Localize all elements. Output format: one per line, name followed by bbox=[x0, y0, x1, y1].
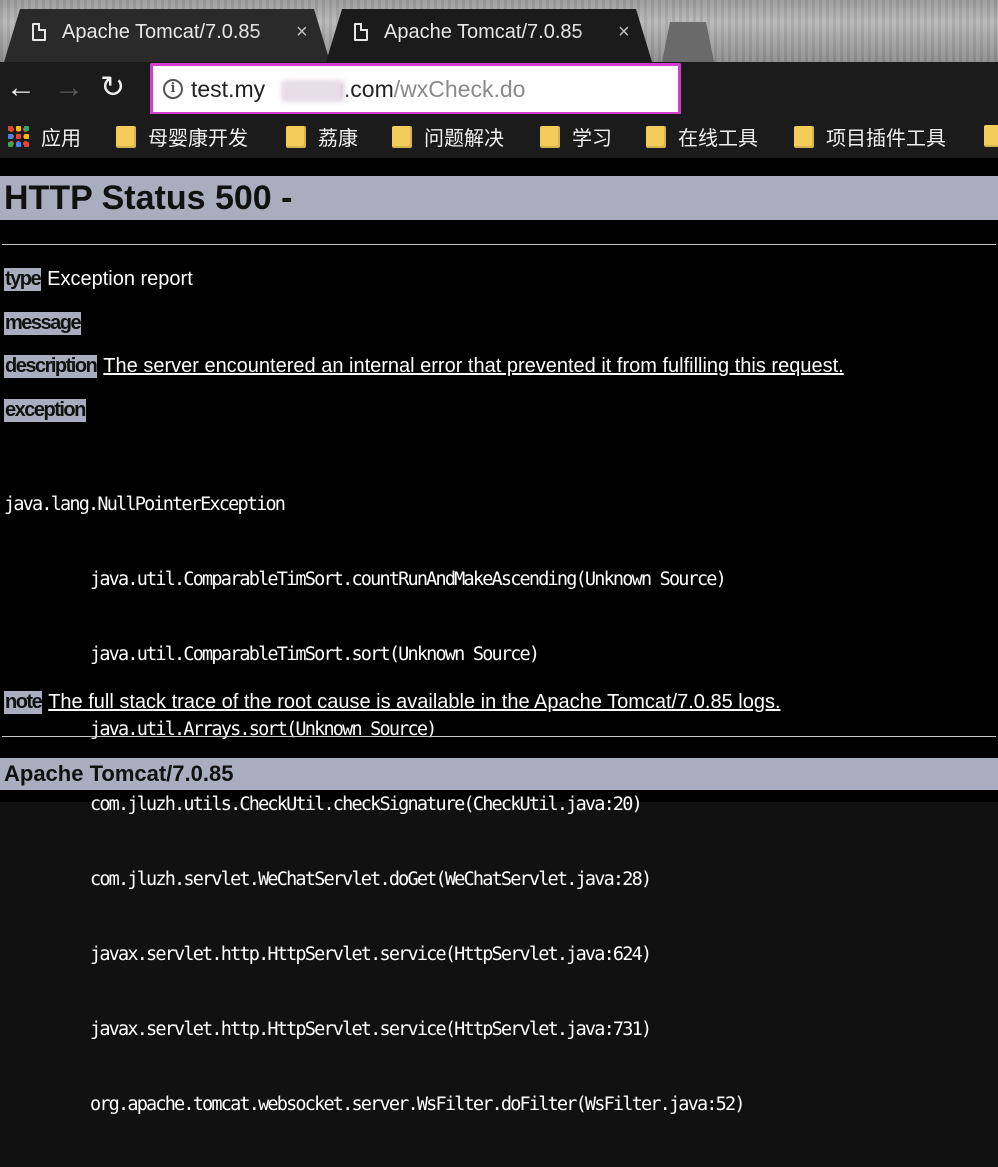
message-row: message bbox=[4, 312, 82, 335]
close-tab-icon[interactable]: × bbox=[618, 21, 630, 44]
stack-trace-line: java.util.ComparableTimSort.countRunAndM… bbox=[90, 569, 727, 590]
bookmarks-bar: 应用 母婴康开发 荔康 问题解决 学习 在线工具 项目插件工具 bbox=[0, 114, 998, 158]
browser-tab[interactable]: Apache Tomcat/7.0.85 × bbox=[4, 9, 330, 62]
tab-title-fade bbox=[576, 19, 608, 49]
bookmark-label: 学习 bbox=[572, 128, 612, 150]
url-redaction-blur bbox=[281, 80, 345, 102]
document-icon bbox=[32, 23, 46, 41]
browser-tab-active[interactable]: Apache Tomcat/7.0.85 × bbox=[326, 9, 652, 62]
bookmark-apps[interactable]: 应用 bbox=[8, 122, 81, 151]
bookmark-label: 应用 bbox=[41, 128, 81, 150]
info-icon[interactable]: i bbox=[163, 79, 183, 99]
stack-trace-line: javax.servlet.http.HttpServlet.service(H… bbox=[90, 944, 652, 965]
type-row: type Exception report bbox=[4, 268, 193, 291]
bookmark-folder[interactable]: 学习 bbox=[540, 122, 612, 151]
message-label: message bbox=[4, 312, 82, 335]
folder-icon bbox=[794, 125, 814, 148]
reload-icon[interactable]: ↻ bbox=[100, 68, 125, 108]
note-value: The full stack trace of the root cause i… bbox=[48, 691, 781, 713]
bookmark-folder[interactable]: 荔康 bbox=[286, 122, 358, 151]
description-row: description The server encountered an in… bbox=[4, 355, 844, 378]
exception-row: exception bbox=[4, 399, 86, 422]
document-icon bbox=[354, 23, 368, 41]
browser-toolbar: ← → ↻ i test.my u.com/wxCheck.do bbox=[0, 62, 998, 115]
tab-title: Apache Tomcat/7.0.85 bbox=[384, 21, 583, 43]
bookmark-folder[interactable]: 问题解决 bbox=[392, 122, 504, 151]
bookmark-label: 项目插件工具 bbox=[826, 128, 946, 150]
url-path: /wxCheck.do bbox=[393, 76, 526, 102]
back-arrow-icon[interactable]: ← bbox=[6, 68, 36, 108]
stack-trace-line: javax.servlet.http.HttpServlet.service(H… bbox=[90, 1019, 652, 1040]
url-host-start: test.my bbox=[191, 76, 266, 102]
stack-trace-line: org.apache.tomcat.websocket.server.WsFil… bbox=[90, 1094, 745, 1115]
folder-icon bbox=[646, 125, 666, 148]
apps-grid-icon bbox=[8, 126, 29, 147]
bookmark-folder[interactable]: 在线工具 bbox=[646, 122, 758, 151]
description-label: description bbox=[4, 355, 98, 378]
close-tab-icon[interactable]: × bbox=[296, 21, 308, 44]
stack-trace: java.lang.NullPointerException java.util… bbox=[4, 442, 745, 1167]
page-content: HTTP Status 500 - type Exception report … bbox=[0, 158, 998, 1115]
stack-trace-line: java.util.Arrays.sort(Unknown Source) bbox=[90, 719, 437, 740]
bookmark-label: 在线工具 bbox=[678, 128, 758, 150]
forward-arrow-icon[interactable]: → bbox=[54, 68, 84, 108]
page-title: HTTP Status 500 - bbox=[0, 176, 998, 220]
tab-strip: Apache Tomcat/7.0.85 × Apache Tomcat/7.0… bbox=[0, 0, 998, 62]
new-tab-button[interactable] bbox=[662, 22, 714, 62]
bookmark-folder[interactable]: 母婴康开发 bbox=[116, 122, 248, 151]
server-footer: Apache Tomcat/7.0.85 bbox=[0, 758, 998, 790]
bookmark-folder[interactable]: 项目插件工具 bbox=[794, 122, 946, 151]
folder-icon bbox=[540, 125, 560, 148]
url-text[interactable]: test.my u.com/wxCheck.do bbox=[191, 76, 525, 103]
folder-icon[interactable] bbox=[984, 125, 998, 147]
divider bbox=[2, 736, 996, 737]
exception-label: exception bbox=[4, 399, 86, 422]
folder-icon bbox=[392, 125, 412, 148]
bookmark-label: 母婴康开发 bbox=[148, 128, 248, 150]
type-value: Exception report bbox=[47, 268, 193, 290]
stack-trace-line: java.util.ComparableTimSort.sort(Unknown… bbox=[90, 644, 540, 665]
bookmark-label: 问题解决 bbox=[424, 128, 504, 150]
stack-trace-line: com.jluzh.servlet.WeChatServlet.doGet(We… bbox=[90, 869, 652, 890]
stack-trace-line: com.jluzh.utils.CheckUtil.checkSignature… bbox=[90, 794, 643, 815]
note-label: note bbox=[4, 691, 43, 714]
type-label: type bbox=[4, 268, 42, 291]
divider bbox=[2, 244, 996, 245]
stack-trace-line: java.lang.NullPointerException bbox=[4, 494, 286, 515]
address-bar[interactable]: i test.my u.com/wxCheck.do bbox=[150, 63, 681, 115]
tab-title-fade bbox=[254, 19, 286, 49]
note-row: note The full stack trace of the root ca… bbox=[4, 691, 781, 714]
folder-icon bbox=[116, 125, 136, 148]
description-value: The server encountered an internal error… bbox=[103, 355, 844, 377]
folder-icon bbox=[286, 125, 306, 148]
bookmark-label: 荔康 bbox=[318, 128, 358, 150]
tab-title: Apache Tomcat/7.0.85 bbox=[62, 21, 261, 43]
